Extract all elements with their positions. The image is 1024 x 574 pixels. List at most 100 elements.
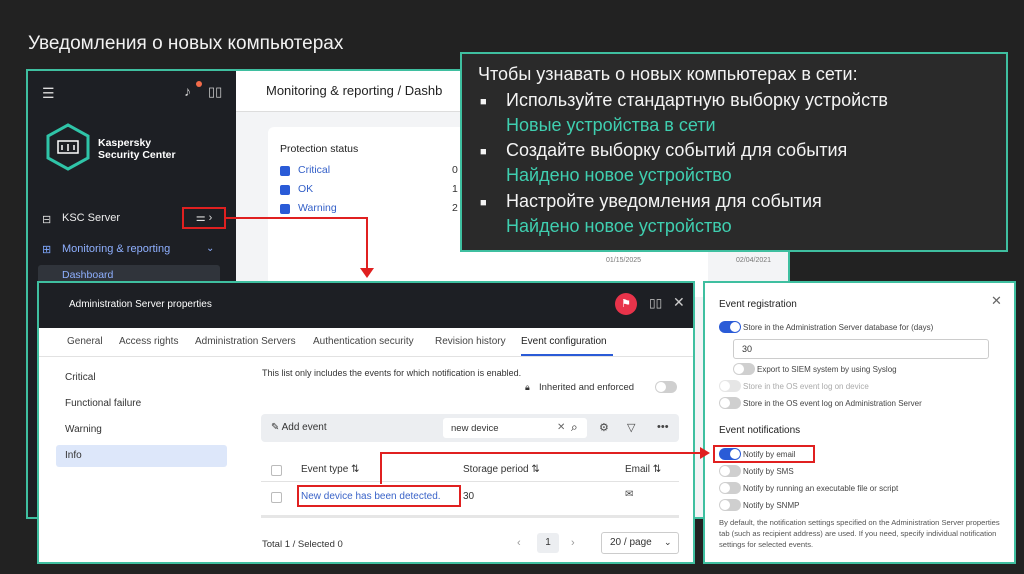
help-book-icon[interactable]: ▯▯ [208,84,222,100]
bullet-icon: ■ [480,96,487,108]
connector-line [380,452,382,484]
status-count-ok: 1 [452,183,458,195]
chart-date-start: 01/15/2025 [606,257,642,264]
events-note: This list only includes the events for w… [262,368,522,378]
monitoring-icon: ⊞ [42,244,52,256]
notify-snmp-toggle[interactable] [719,499,741,511]
connector-line [224,217,367,219]
product-name-line1: Kaspersky [98,137,152,149]
connector-line [380,452,704,454]
column-email[interactable]: Email ⇅ [625,464,661,475]
storage-days-input[interactable]: 30 [733,339,989,359]
severity-warning[interactable]: Warning [65,424,102,435]
dialog-title: Administration Server properties [69,299,212,310]
page-size-value: 20 / page [610,537,652,548]
event-settings-panel: ✕ Event registration Store in the Admini… [703,281,1016,564]
column-event-type[interactable]: Event type ⇅ [301,464,359,475]
search-input[interactable]: new device [451,423,499,434]
table-header-divider [261,481,679,482]
store-db-label: Store in the Administration Server datab… [743,323,934,332]
notify-sms-label: Notify by SMS [743,467,794,476]
admin-server-properties-dialog: Administration Server properties ⚑ ▯▯ ✕ … [37,281,695,564]
critical-checkbox[interactable] [280,166,290,176]
row-checkbox[interactable] [271,492,282,503]
notify-snmp-label: Notify by SNMP [743,501,800,510]
column-storage-period[interactable]: Storage period ⇅ [463,464,540,475]
severity-info[interactable]: Info [65,450,82,461]
bullet-icon: ■ [480,146,487,158]
dialog-tabs: General Access rights Administration Ser… [39,328,693,357]
chart-date-end: 02/04/2021 [736,257,772,264]
total-count: Total 1 / Selected 0 [262,539,343,550]
callout-item-2: Создайте выборку событий для события [506,140,848,160]
status-label-critical[interactable]: Critical [298,164,330,176]
close-icon[interactable]: ✕ [991,293,1002,309]
notify-sms-toggle[interactable] [719,465,741,477]
sidebar-item-monitoring[interactable]: Monitoring & reporting [62,243,170,255]
notification-bell-icon[interactable]: ♪ [184,83,191,99]
os-log-server-toggle[interactable] [719,397,741,409]
event-notifications-heading: Event notifications [719,425,801,436]
email-icon: ✉ [625,489,634,500]
bullet-icon: ■ [480,197,487,209]
chevron-down-icon[interactable]: ⌄ [206,243,214,254]
filter-icon[interactable]: ▽ [627,421,635,434]
add-event-button[interactable]: ✎ Add event [271,422,327,433]
notify-script-toggle[interactable] [719,482,741,494]
server-settings-button[interactable]: ⚌ › [182,207,226,229]
severity-critical[interactable]: Critical [65,372,96,383]
tab-authentication-security[interactable]: Authentication security [313,336,414,347]
tab-event-configuration[interactable]: Event configuration [521,336,607,347]
tab-general[interactable]: General [67,336,103,347]
column-storage-label: Storage period [463,464,529,475]
chevron-down-icon: ⌄ [664,537,672,547]
status-label-warning[interactable]: Warning [298,202,337,214]
ok-checkbox[interactable] [280,185,290,195]
help-book-icon[interactable]: ▯▯ [649,296,662,310]
notification-dot-icon [196,81,202,87]
next-page-icon[interactable]: › [571,537,575,549]
callout-intro: Чтобы узнавать о новых компьютерах в сет… [478,64,858,84]
inherited-label: Inherited and enforced [539,382,635,393]
tab-administration-servers[interactable]: Administration Servers [195,336,296,347]
os-log-device-toggle[interactable] [719,380,741,392]
horizontal-scrollbar[interactable] [261,515,679,518]
status-label-ok[interactable]: OK [298,183,313,195]
prev-page-icon[interactable]: ‹ [517,537,521,549]
close-icon[interactable]: ✕ [673,294,685,311]
slide-title: Уведомления о новых компьютерах [28,33,344,54]
os-log-device-label: Store in the OS event log on device [743,382,869,391]
siem-toggle[interactable] [733,363,755,375]
search-icon[interactable]: ⌕ [571,420,578,435]
more-options-icon[interactable]: ••• [657,421,669,433]
select-all-checkbox[interactable] [271,465,282,476]
callout-highlight-3: Найдено новое устройство [506,216,732,236]
kaspersky-logo-icon [46,123,90,171]
breadcrumb[interactable]: Monitoring & reporting / Dashb [266,83,442,98]
siem-label: Export to SIEM system by using Syslog [757,365,897,374]
store-db-toggle[interactable] [719,321,741,333]
column-email-label: Email [625,464,651,475]
callout-item-3: Настройте уведомления для события [506,191,822,211]
warning-checkbox[interactable] [280,204,290,214]
clear-search-icon[interactable]: ✕ [557,422,565,433]
inherited-toggle[interactable] [655,381,677,393]
dialog-header: Administration Server properties ⚑ ▯▯ ✕ [39,283,693,328]
tab-revision-history[interactable]: Revision history [435,336,506,347]
ksc-server-label[interactable]: KSC Server [62,212,120,224]
menu-icon[interactable]: ☰ [42,85,55,102]
severity-functional-failure[interactable]: Functional failure [65,398,141,409]
callout-highlight-2: Найдено новое устройство [506,165,732,185]
flag-icon[interactable]: ⚑ [615,293,637,315]
arrow-right-icon [700,447,710,459]
callout-highlight-1: Новые устройства в сети [506,115,716,135]
settings-gear-icon[interactable]: ⚙ [599,421,609,434]
page-number[interactable]: 1 [537,533,559,553]
active-tab-indicator [521,354,613,356]
email-highlight-box [713,445,815,463]
page-size-select[interactable]: 20 / page ⌄ [601,532,679,554]
notify-script-label: Notify by running an executable file or … [743,484,899,493]
tab-access-rights[interactable]: Access rights [119,336,178,347]
event-registration-heading: Event registration [719,299,797,310]
widget-title: Protection status [280,143,359,155]
